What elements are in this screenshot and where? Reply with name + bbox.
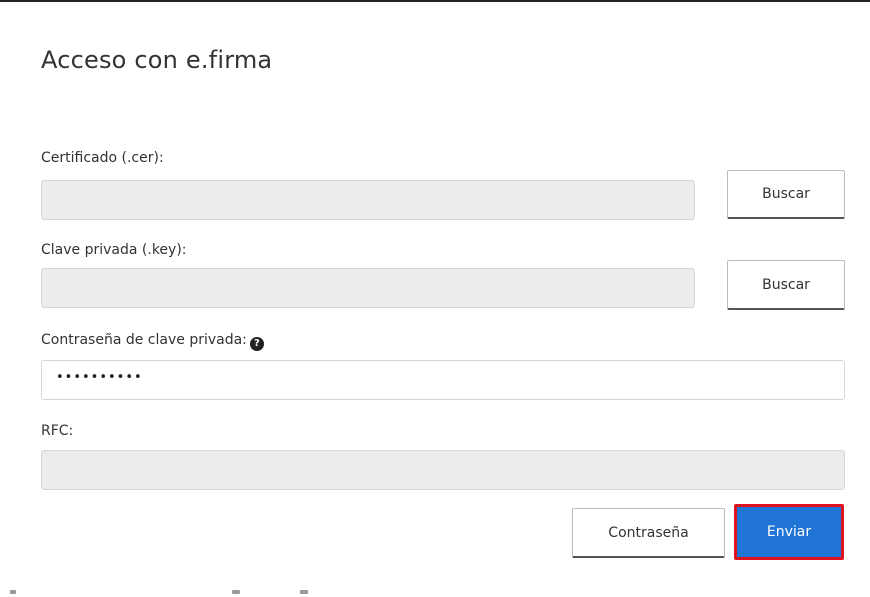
question-circle-icon[interactable]: ? (249, 337, 264, 351)
contrasena-value: •••••••••• (56, 370, 143, 385)
clave-privada-field[interactable] (41, 268, 695, 308)
contrasena-button[interactable]: Contraseña (572, 508, 725, 558)
contrasena-label: Contraseña de clave privada: (41, 332, 247, 348)
buscar-certificado-button[interactable]: Buscar (727, 170, 845, 219)
enviar-button[interactable]: Enviar (734, 504, 844, 560)
cropped-content-fragments (0, 590, 870, 597)
fragment (10, 590, 16, 594)
fragment (300, 590, 308, 594)
rfc-label: RFC: (41, 423, 74, 439)
contrasena-field[interactable]: •••••••••• (41, 360, 845, 400)
top-divider (0, 0, 870, 2)
fragment (232, 590, 240, 594)
certificado-field[interactable] (41, 180, 695, 220)
certificado-label: Certificado (.cer): (41, 150, 164, 166)
rfc-field[interactable] (41, 450, 845, 490)
buscar-clave-button[interactable]: Buscar (727, 260, 845, 310)
dialog-title: Acceso con e.firma (41, 46, 273, 74)
contrasena-label-row: Contraseña de clave privada:? (41, 332, 264, 351)
clave-privada-label: Clave privada (.key): (41, 242, 187, 258)
